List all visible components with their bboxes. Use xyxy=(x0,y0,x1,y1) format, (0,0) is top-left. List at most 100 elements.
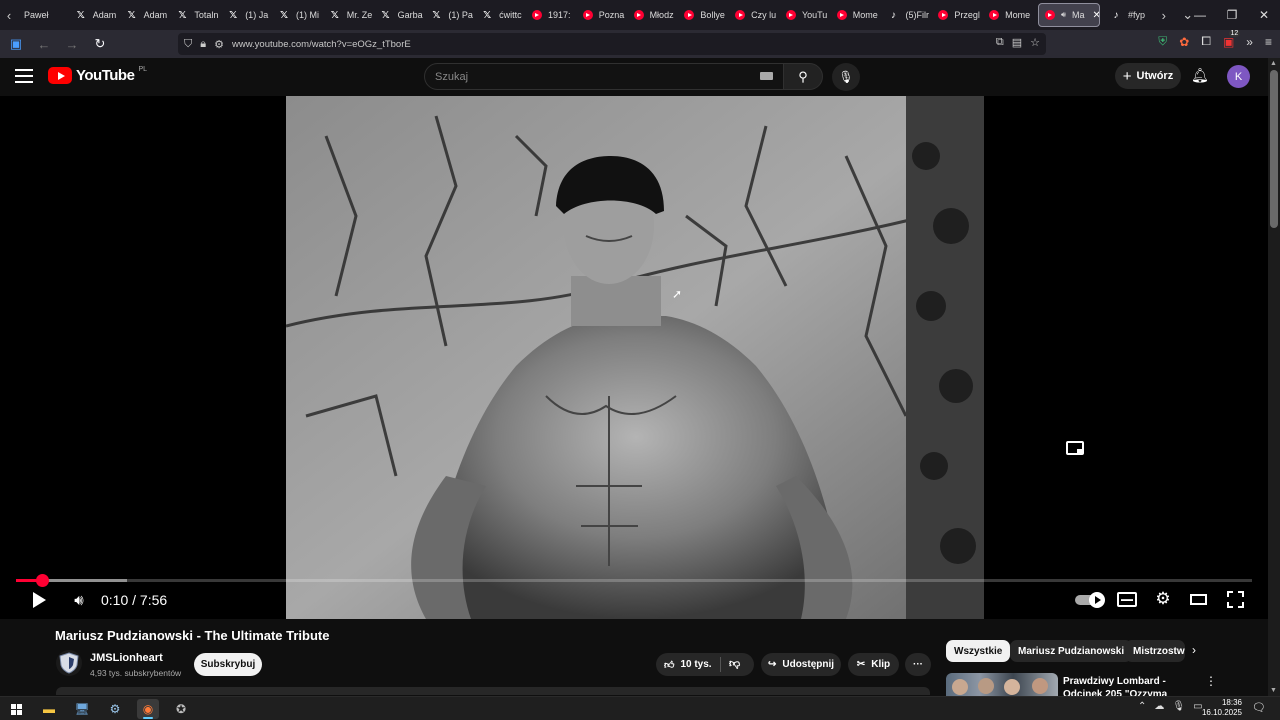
chip-mistrzostwa[interactable]: Mistrzostw xyxy=(1125,640,1185,662)
volume-icon[interactable]: 🔊︎ xyxy=(68,590,90,610)
tab[interactable]: 𝕏 (1) Ja xyxy=(221,0,272,30)
video-player[interactable]: ➚ 🔊︎ 0:10 / 7:56 ▬▬ ⚙︎ xyxy=(0,96,1268,619)
tab[interactable]: 𝕏 Adam xyxy=(69,0,120,30)
addon-extension-icon[interactable]: ✿ xyxy=(1179,35,1189,49)
miniplayer-icon[interactable] xyxy=(1066,441,1084,455)
autoplay-toggle[interactable] xyxy=(1075,592,1105,608)
tab[interactable]: Przegl xyxy=(932,0,983,30)
picture-in-picture-icon[interactable]: ⧉ xyxy=(996,36,1004,49)
reload-icon[interactable]: ↻ xyxy=(88,32,112,56)
keyboard-icon[interactable] xyxy=(760,72,773,80)
clip-button[interactable]: ✂ Klip xyxy=(848,653,899,676)
tab[interactable]: 𝕏 Totaln xyxy=(170,0,221,30)
settings-gear-icon[interactable]: ⚙︎ xyxy=(1152,588,1174,610)
microphone-tray-icon[interactable]: 🎙︎ xyxy=(1172,701,1185,712)
tab[interactable]: 𝕏 Adam xyxy=(120,0,171,30)
more-actions-button[interactable]: ··· xyxy=(905,653,931,676)
reader-view-icon[interactable]: ▤ xyxy=(1012,36,1022,49)
tab[interactable]: Paweł xyxy=(18,0,69,30)
url-bar[interactable]: ⛉ 🔒︎ ⚙︎ www.youtube.com/watch?v=eOGz_tTb… xyxy=(178,33,1046,55)
search-input[interactable]: Szukaj xyxy=(424,63,784,90)
tab[interactable]: YouTu xyxy=(780,0,831,30)
tab[interactable]: 𝕏 (1) Pa xyxy=(424,0,475,30)
lock-icon[interactable]: 🔒︎ xyxy=(200,38,206,51)
tab[interactable]: ♪ (5)Filr xyxy=(882,0,933,30)
notifications-bell-icon[interactable]: 🔔︎ xyxy=(1191,67,1209,84)
ublock-extension-icon[interactable]: ▣ 12 xyxy=(1223,29,1241,49)
notifications-icon[interactable]: 🗨︎ xyxy=(1252,701,1266,714)
progress-bar[interactable] xyxy=(16,574,1252,587)
tab-scroll-right-icon[interactable]: › xyxy=(1155,0,1173,30)
tab[interactable]: Pozna xyxy=(577,0,628,30)
like-button[interactable]: 👍︎ 10 tys. 👎︎ xyxy=(656,653,754,676)
forward-icon[interactable]: → xyxy=(60,32,84,56)
remote-desktop-icon[interactable]: 🖥︎ xyxy=(71,699,93,719)
clock[interactable]: 18:36 16.10.2025 xyxy=(1200,698,1242,718)
bookmark-star-icon[interactable]: ☆ xyxy=(1030,36,1040,49)
tab-active[interactable]: 🔊︎ Ma ✕ xyxy=(1037,3,1100,27)
search-button[interactable]: ⚲ xyxy=(783,63,823,90)
speaker-icon[interactable]: 🔊︎ xyxy=(1061,10,1066,20)
tab[interactable]: 𝕏ćwittc xyxy=(475,0,526,30)
close-window-icon[interactable]: ✕ xyxy=(1248,0,1280,30)
tray-expand-icon[interactable]: ⌃ xyxy=(1138,701,1146,712)
start-icon[interactable] xyxy=(5,699,27,719)
fullscreen-icon[interactable] xyxy=(1227,591,1244,608)
voice-search-button[interactable]: 🎙︎ xyxy=(832,63,860,91)
channel-name[interactable]: JMSLionheart xyxy=(90,652,163,664)
tab[interactable]: Mome xyxy=(831,0,882,30)
close-tab-icon[interactable]: ✕ xyxy=(1093,10,1099,21)
cloud-icon[interactable]: ☁ xyxy=(1154,701,1164,712)
steam-icon[interactable]: ⚙︎ xyxy=(104,699,126,719)
tab[interactable]: ♪ #fyp xyxy=(1104,0,1155,30)
video-frame[interactable] xyxy=(286,96,984,619)
recommended-more-icon[interactable]: ⋮ xyxy=(1205,674,1217,688)
description-box[interactable] xyxy=(56,687,930,695)
x-icon: 𝕏 xyxy=(483,9,492,21)
app-menu-icon[interactable]: ≡ xyxy=(1265,35,1272,49)
scroll-up-icon[interactable]: ▲ xyxy=(1270,60,1277,67)
overflow-menu-icon[interactable]: » xyxy=(1246,35,1253,49)
tab[interactable]: 1917: xyxy=(526,0,577,30)
tab[interactable]: 𝕏 Garba xyxy=(374,0,425,30)
guide-menu-icon[interactable] xyxy=(15,69,33,87)
tab[interactable]: 𝕏 (1) Mi xyxy=(272,0,323,30)
file-explorer-icon[interactable]: ▬ xyxy=(38,699,60,719)
tab[interactable]: Młodz xyxy=(628,0,679,30)
back-icon[interactable]: ← xyxy=(32,32,56,56)
tab-scroll-left-icon[interactable]: ‹ xyxy=(0,0,18,30)
permissions-icon[interactable]: ⚙︎ xyxy=(214,38,224,51)
tab[interactable]: Czy lu xyxy=(729,0,780,30)
tab[interactable]: Bollye xyxy=(678,0,729,30)
url-text[interactable]: www.youtube.com/watch?v=eOGz_tTborE xyxy=(232,39,411,50)
shield-extension-icon[interactable]: ⛨ xyxy=(1158,34,1167,49)
tracking-protection-icon[interactable]: ⛉ xyxy=(184,38,192,51)
subscribe-button[interactable]: Subskrybuj xyxy=(194,653,262,676)
firefox-icon[interactable]: ◉ xyxy=(137,699,159,719)
chip-mariusz[interactable]: Mariusz Pudzianowski xyxy=(1010,640,1133,662)
tab[interactable]: 𝕏 Mr. Ze xyxy=(323,0,374,30)
play-icon[interactable] xyxy=(28,590,50,610)
minimize-icon[interactable]: — xyxy=(1184,0,1216,30)
recommended-thumbnail[interactable] xyxy=(946,673,1058,696)
thumbs-down-icon[interactable]: 👎︎ xyxy=(729,657,740,670)
sidebar-toggle-icon[interactable]: ▣ xyxy=(4,32,28,56)
theater-mode-icon[interactable] xyxy=(1190,594,1207,605)
chip-all[interactable]: Wszystkie xyxy=(946,640,1011,662)
subtitles-icon[interactable]: ▬▬ xyxy=(1117,592,1137,607)
tab[interactable]: Mome xyxy=(983,0,1034,30)
share-button[interactable]: ↪ Udostępnij xyxy=(761,653,841,676)
recommended-video-title[interactable]: Prawdziwy Lombard - Odcinek 205 "Ozzyma … xyxy=(1063,675,1195,696)
chips-next-icon[interactable]: › xyxy=(1192,643,1196,657)
extensions-icon[interactable]: ⧠ xyxy=(1201,34,1211,49)
youtube-logo[interactable]: YouTube PL xyxy=(48,66,147,84)
channel-avatar[interactable] xyxy=(56,650,82,676)
app-icon[interactable]: ✪ xyxy=(170,699,192,719)
page-scrollbar[interactable]: ▲ ▼ xyxy=(1268,58,1280,696)
scrubber-knob[interactable] xyxy=(35,574,49,587)
restore-icon[interactable]: ❐ xyxy=(1216,0,1248,30)
account-avatar[interactable]: K xyxy=(1227,65,1250,88)
scrollbar-thumb[interactable] xyxy=(1270,70,1278,228)
create-button[interactable]: + Utwórz xyxy=(1115,63,1181,89)
scroll-down-icon[interactable]: ▼ xyxy=(1270,687,1277,694)
